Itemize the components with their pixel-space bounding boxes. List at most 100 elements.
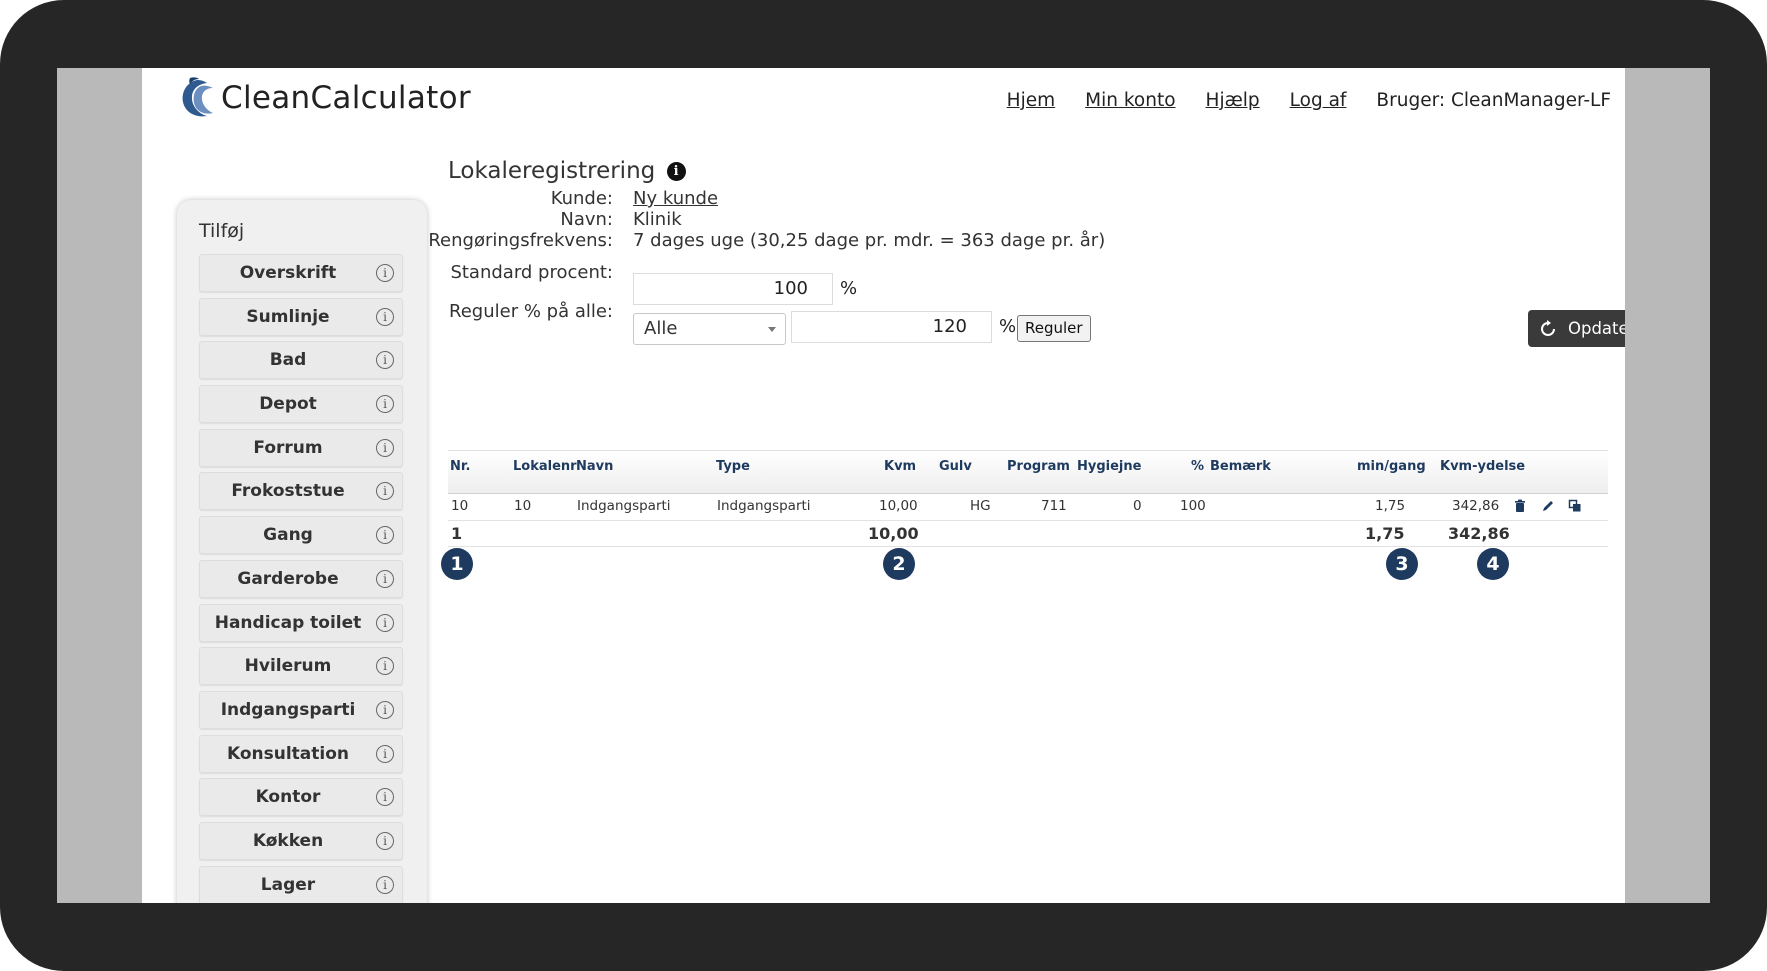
sidebar-item-frokoststue[interactable]: Frokoststue i [199,472,403,511]
sidebar-item-sumlinje[interactable]: Sumlinje i [199,297,403,336]
cell-lokalenr: 10 [514,498,532,514]
edit-icon[interactable] [1541,499,1555,513]
col-header-bemaerk[interactable]: Bemærk [1210,459,1271,474]
info-icon[interactable]: i [376,438,394,457]
info-icon[interactable]: i [376,700,394,719]
copy-icon[interactable] [1568,499,1582,513]
sidebar-item-label: Bad [269,350,307,371]
sidebar-item-label: Konsultation [226,743,350,764]
cell-kvm: 10,00 [879,498,918,514]
chevron-down-icon [768,327,776,332]
callout-badge: 4 [1477,548,1509,580]
percent-sign: % [840,278,858,299]
sidebar-item-kontor[interactable]: Kontor i [199,778,403,817]
info-icon[interactable]: i [376,831,394,850]
sidebar-item-label: Frokoststue [231,481,345,502]
info-icon[interactable]: i [376,526,394,545]
customer-label: Kunde: [550,188,613,209]
callout-badge: 2 [883,548,915,580]
info-icon[interactable]: i [376,264,394,282]
customer-link[interactable]: Ny kunde [633,188,718,209]
col-header-min-gang[interactable]: min/gang [1357,459,1426,474]
callout-badge: 1 [441,548,473,580]
nav-link-min-konto[interactable]: Min konto [1085,90,1175,111]
info-icon[interactable]: i [376,482,394,501]
cell-percent: 100 [1180,498,1206,514]
info-icon[interactable]: i [666,162,686,181]
sidebar-item-label: Kontor [255,787,321,808]
table-row[interactable]: 10 10 Indgangsparti Indgangsparti 10,00 … [448,492,1608,521]
sidebar-item-label: Køkken [252,830,324,851]
sidebar-item-label: Lager [260,874,316,895]
total-min-gang: 1,75 [1365,524,1405,543]
sidebar-item-depot[interactable]: Depot i [199,385,403,424]
col-header-kvm-ydelse[interactable]: Kvm-ydelse [1440,459,1525,474]
col-header-kvm[interactable]: Kvm [884,459,916,474]
col-header-nr[interactable]: Nr. [450,459,470,474]
sidebar-item-bad[interactable]: Bad i [199,341,403,380]
col-header-navn[interactable]: Navn [576,459,613,474]
sidebar-item-gang[interactable]: Gang i [199,516,403,555]
name-label: Navn: [560,209,613,230]
device-frame: CleanCalculator Hjem Min konto Hjælp Log… [0,0,1767,971]
totals-row: 1 10,00 1,75 342,86 [448,521,1608,547]
sidebar-item-overskrift[interactable]: Overskrift i [199,254,403,292]
info-icon[interactable]: i [376,875,394,894]
update-button[interactable]: Opdater [1528,310,1625,347]
name-value: Klinik [633,209,682,230]
table-header: Nr. Lokalenr Navn Type Kvm Gulv Program … [448,450,1608,494]
col-header-hygiejne[interactable]: Hygiejne [1077,459,1141,474]
adjust-button[interactable]: Reguler [1017,315,1091,342]
adjust-percent-input[interactable]: 120 [791,311,992,343]
info-icon[interactable]: i [376,657,394,676]
standard-percent-input[interactable]: 100 [633,273,833,305]
adjust-scope-select[interactable]: Alle [633,313,786,345]
sidebar-item-label: Overskrift [239,263,337,283]
cell-gulv: HG [970,498,991,514]
info-icon[interactable]: i [376,788,394,807]
sidebar-item-label: Hvilerum [244,656,332,677]
info-icon[interactable]: i [376,351,394,370]
col-header-program[interactable]: Program [1007,459,1070,474]
col-header-percent[interactable]: % [1191,459,1204,474]
logo-text: CleanCalculator [221,80,471,116]
sidebar-item-label: Gang [263,525,313,546]
adjust-scope-value: Alle [644,318,678,339]
page-title: Lokaleregistrering i [448,158,686,184]
sidebar-item-label: Forrum [253,437,323,458]
nav-link-hjem[interactable]: Hjem [1007,90,1055,111]
page: CleanCalculator Hjem Min konto Hjælp Log… [142,68,1625,903]
sidebar-item-garderobe[interactable]: Garderobe i [199,559,403,598]
sidebar-item-koekken[interactable]: Køkken i [199,821,403,860]
cell-nr: 10 [451,498,469,514]
info-icon[interactable]: i [376,307,394,326]
frequency-label: Rengøringsfrekvens: [428,230,613,251]
nav-link-hjaelp[interactable]: Hjælp [1206,90,1260,111]
col-header-gulv[interactable]: Gulv [939,459,972,474]
col-header-type[interactable]: Type [716,459,750,474]
sidebar-item-hvilerum[interactable]: Hvilerum i [199,647,403,686]
sidebar-item-forrum[interactable]: Forrum i [199,428,403,467]
trash-icon[interactable] [1513,499,1527,513]
info-icon[interactable]: i [376,744,394,763]
sidebar-item-label: Indgangsparti [220,699,356,720]
sidebar-item-label: Sumlinje [246,306,330,327]
top-nav: Hjem Min konto Hjælp Log af Bruger: Clea… [977,90,1611,111]
col-header-lokalenr[interactable]: Lokalenr [513,459,577,474]
sidebar-item-handicap-toilet[interactable]: Handicap toilet i [199,603,403,642]
info-icon[interactable]: i [376,569,394,588]
sidebar-item-lager[interactable]: Lager i [199,865,403,903]
logo[interactable]: CleanCalculator [177,76,471,120]
frequency-value: 7 dages uge (30,25 dage pr. mdr. = 363 d… [633,230,1106,251]
info-icon[interactable]: i [376,395,394,414]
total-kvm-ydelse: 342,86 [1448,524,1510,543]
total-count: 1 [451,524,463,543]
refresh-icon [1541,319,1555,336]
sidebar-item-indgangsparti[interactable]: Indgangsparti i [199,690,403,729]
sidebar-item-konsultation[interactable]: Konsultation i [199,734,403,773]
update-button-label: Opdater [1568,319,1625,338]
browser-viewport: CleanCalculator Hjem Min konto Hjælp Log… [57,68,1710,903]
sidebar-item-label: Depot [259,394,317,415]
info-icon[interactable]: i [376,613,394,632]
nav-link-log-af[interactable]: Log af [1290,90,1347,111]
